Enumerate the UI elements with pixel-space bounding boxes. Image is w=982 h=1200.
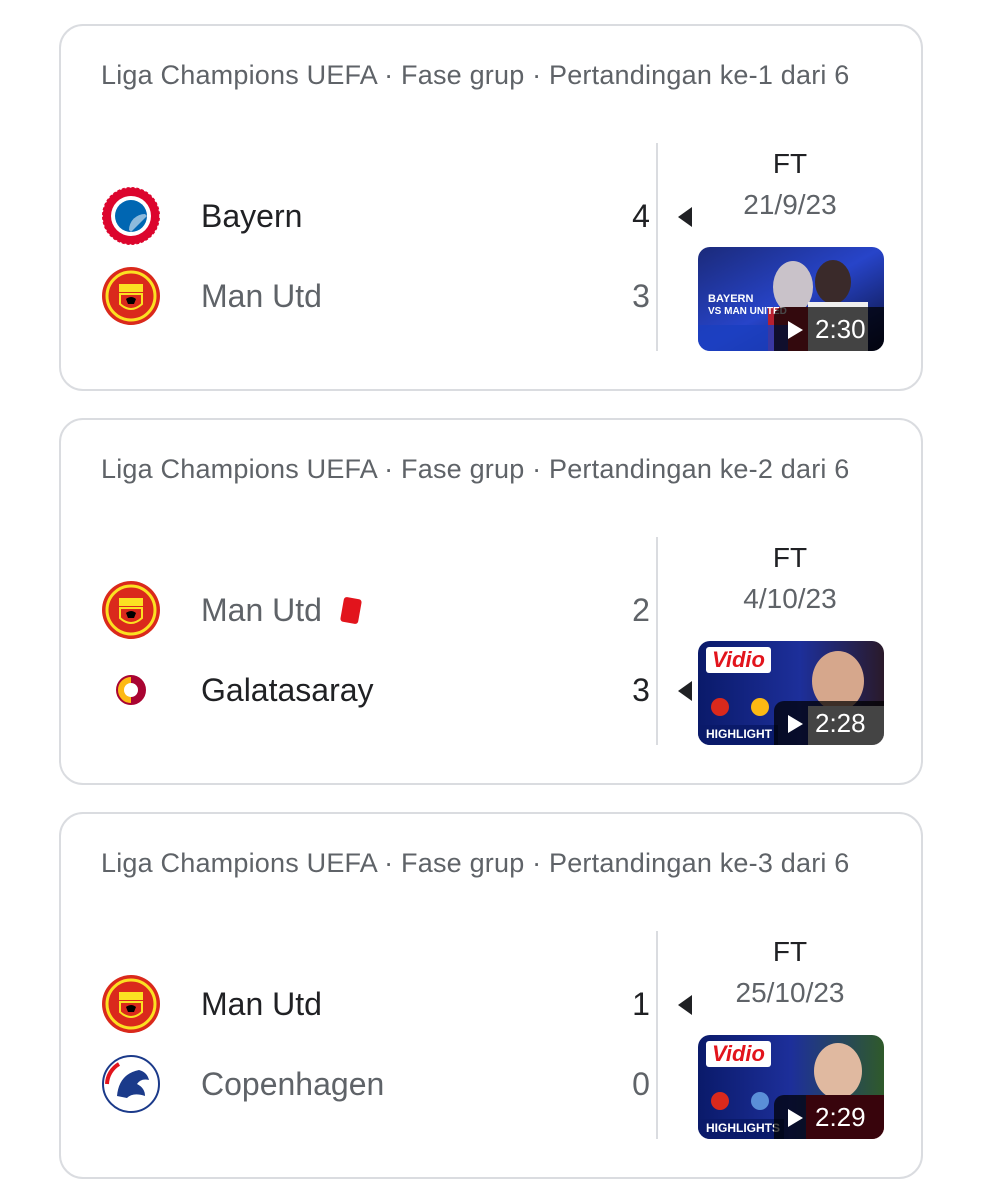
match-card[interactable]: Liga Champions UEFA · Fase grup · Pertan… [59, 812, 923, 1179]
divider [656, 931, 658, 1139]
team-score: 1 [632, 986, 650, 1022]
team-name: Man Utd [201, 986, 322, 1022]
play-icon [788, 321, 803, 339]
team-score: 2 [632, 592, 650, 628]
team-name: Copenhagen [201, 1066, 385, 1102]
thumbnail-caption: BAYERN [708, 293, 754, 305]
team-score: 4 [632, 198, 650, 234]
match-status: FT [772, 936, 808, 967]
team-name: Bayern [201, 198, 303, 234]
red-card-icon [339, 596, 362, 625]
team-name: Man Utd [201, 278, 322, 314]
match-date: 25/10/23 [735, 977, 845, 1008]
competition-label: Liga Champions UEFA · Fase grup · Pertan… [101, 848, 850, 878]
winner-arrow-icon [678, 681, 692, 701]
video-duration: 2:30 [774, 307, 884, 351]
thumbnail-caption: HIGHLIGHT [706, 727, 772, 741]
team-row-home: Man Utd 2 [101, 578, 661, 642]
highlight-video-thumbnail[interactable]: BAYERN VS MAN UNITED 2:30 [698, 247, 884, 351]
team-score: 3 [632, 278, 650, 314]
video-duration: 2:28 [774, 701, 884, 745]
winner-arrow-icon [678, 207, 692, 227]
divider [656, 537, 658, 745]
match-status: FT [772, 542, 808, 573]
man-utd-crest-icon [101, 974, 161, 1034]
winner-arrow-icon [678, 995, 692, 1015]
team-row-away: Copenhagen 0 [101, 1052, 661, 1116]
competition-label: Liga Champions UEFA · Fase grup · Pertan… [101, 454, 850, 484]
match-card[interactable]: Liga Champions UEFA · Fase grup · Pertan… [59, 24, 923, 391]
highlight-video-thumbnail[interactable]: Vidio HIGHLIGHTS 2:29 [698, 1035, 884, 1139]
video-duration: 2:29 [774, 1095, 884, 1139]
team-name: Man Utd [201, 592, 362, 628]
galatasaray-crest-icon [101, 660, 161, 720]
match-date: 21/9/23 [743, 189, 837, 220]
man-utd-crest-icon [101, 266, 161, 326]
man-utd-crest-icon [101, 580, 161, 640]
vidio-logo: Vidio [706, 647, 771, 673]
team-row-away: Galatasaray 3 [101, 658, 692, 722]
competition-label: Liga Champions UEFA · Fase grup · Pertan… [101, 60, 850, 90]
match-card[interactable]: Liga Champions UEFA · Fase grup · Pertan… [59, 418, 923, 785]
team-row-home: Man Utd 1 [101, 972, 692, 1036]
team-row-home: Bayern 4 [101, 184, 692, 248]
match-status: FT [772, 148, 808, 179]
divider [656, 143, 658, 351]
match-date: 4/10/23 [743, 583, 837, 614]
thumbnail-caption: HIGHLIGHTS [706, 1121, 780, 1135]
bayern-crest-icon [101, 186, 161, 246]
team-score: 0 [632, 1066, 650, 1102]
vidio-logo: Vidio [706, 1041, 771, 1067]
team-score: 3 [632, 672, 650, 708]
highlight-video-thumbnail[interactable]: Vidio HIGHLIGHT 2:28 [698, 641, 884, 745]
play-icon [788, 1109, 803, 1127]
copenhagen-crest-icon [101, 1054, 161, 1114]
play-icon [788, 715, 803, 733]
team-name: Galatasaray [201, 672, 374, 708]
team-row-away: Man Utd 3 [101, 264, 661, 328]
